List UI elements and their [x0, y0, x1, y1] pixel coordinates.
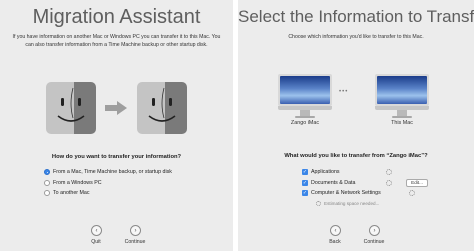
checkbox-checked-icon[interactable]: ✓ — [302, 179, 308, 186]
spinner-icon — [386, 179, 392, 186]
chevron-left-icon: ‹ — [95, 227, 98, 234]
right-arrow-icon — [105, 101, 127, 115]
continue-label: Continue — [363, 239, 385, 245]
option-label: From a Mac, Time Machine backup, or star… — [53, 169, 172, 176]
estimating-status: Estimating space needed... — [316, 199, 381, 208]
item-computer-network-settings[interactable]: ✓ Computer & Network Settings — [302, 188, 415, 199]
checkbox-checked-icon[interactable]: ✓ — [302, 169, 308, 176]
checkbox-checked-icon[interactable]: ✓ — [302, 190, 308, 197]
continue-button[interactable]: › — [369, 225, 380, 236]
item-label: Documents & Data — [311, 179, 356, 186]
radio-icon[interactable] — [44, 190, 50, 197]
destination-imac-icon — [375, 74, 429, 118]
source-imac-icon — [278, 74, 332, 118]
quit-button[interactable]: ‹ — [91, 225, 102, 236]
item-documents-data[interactable]: ✓ Documents & Data Edit... — [302, 178, 428, 189]
item-label: Computer & Network Settings — [311, 190, 381, 197]
estimating-text: Estimating space needed... — [324, 200, 380, 206]
item-applications[interactable]: ✓ Applications — [302, 167, 392, 178]
intro-text: If you have information on another Mac o… — [12, 34, 221, 48]
spinner-icon — [316, 200, 321, 206]
transfer-items: ✓ Applications ✓ Documents & Data Edit..… — [302, 167, 428, 208]
transfer-question: How do you want to transfer your informa… — [51, 154, 182, 160]
source-mac-label: Zango iMac — [290, 120, 320, 126]
continue-button[interactable]: › — [130, 225, 141, 236]
destination-mac-label: This Mac — [391, 120, 413, 126]
chevron-left-icon: ‹ — [334, 227, 337, 234]
intro-text: Choose which information you'd like to t… — [288, 34, 424, 40]
finder-icon-source — [46, 82, 96, 134]
chevron-right-icon: › — [373, 227, 376, 234]
spinner-icon — [386, 169, 392, 175]
radio-selected-icon[interactable] — [44, 169, 50, 176]
option-label: From a Windows PC — [53, 179, 102, 186]
edit-button[interactable]: Edit... — [406, 179, 428, 187]
migration-assistant-panel: Migration Assistant If you have informat… — [0, 0, 233, 251]
spinner-icon — [409, 190, 415, 196]
finder-icon-destination — [137, 82, 187, 134]
quit-label: Quit — [91, 239, 101, 245]
option-from-mac[interactable]: From a Mac, Time Machine backup, or star… — [44, 167, 172, 178]
chevron-right-icon: › — [134, 227, 137, 234]
page-title: Select the Information to Transfer — [238, 7, 474, 26]
item-label: Applications — [311, 169, 340, 176]
page-title: Migration Assistant — [32, 6, 201, 28]
continue-label: Continue — [124, 239, 146, 245]
transfer-options: From a Mac, Time Machine backup, or star… — [44, 167, 172, 199]
option-label: To another Mac — [53, 190, 90, 197]
back-label: Back — [329, 239, 341, 245]
radio-icon[interactable] — [44, 179, 50, 186]
option-from-windows[interactable]: From a Windows PC — [44, 178, 172, 189]
back-button[interactable]: ‹ — [330, 225, 341, 236]
transfer-question: What would you like to transfer from “Za… — [284, 153, 428, 159]
select-information-panel: Select the Information to Transfer Choos… — [238, 0, 474, 251]
option-to-another-mac[interactable]: To another Mac — [44, 188, 172, 199]
transfer-dots-icon: ••• — [339, 89, 349, 95]
